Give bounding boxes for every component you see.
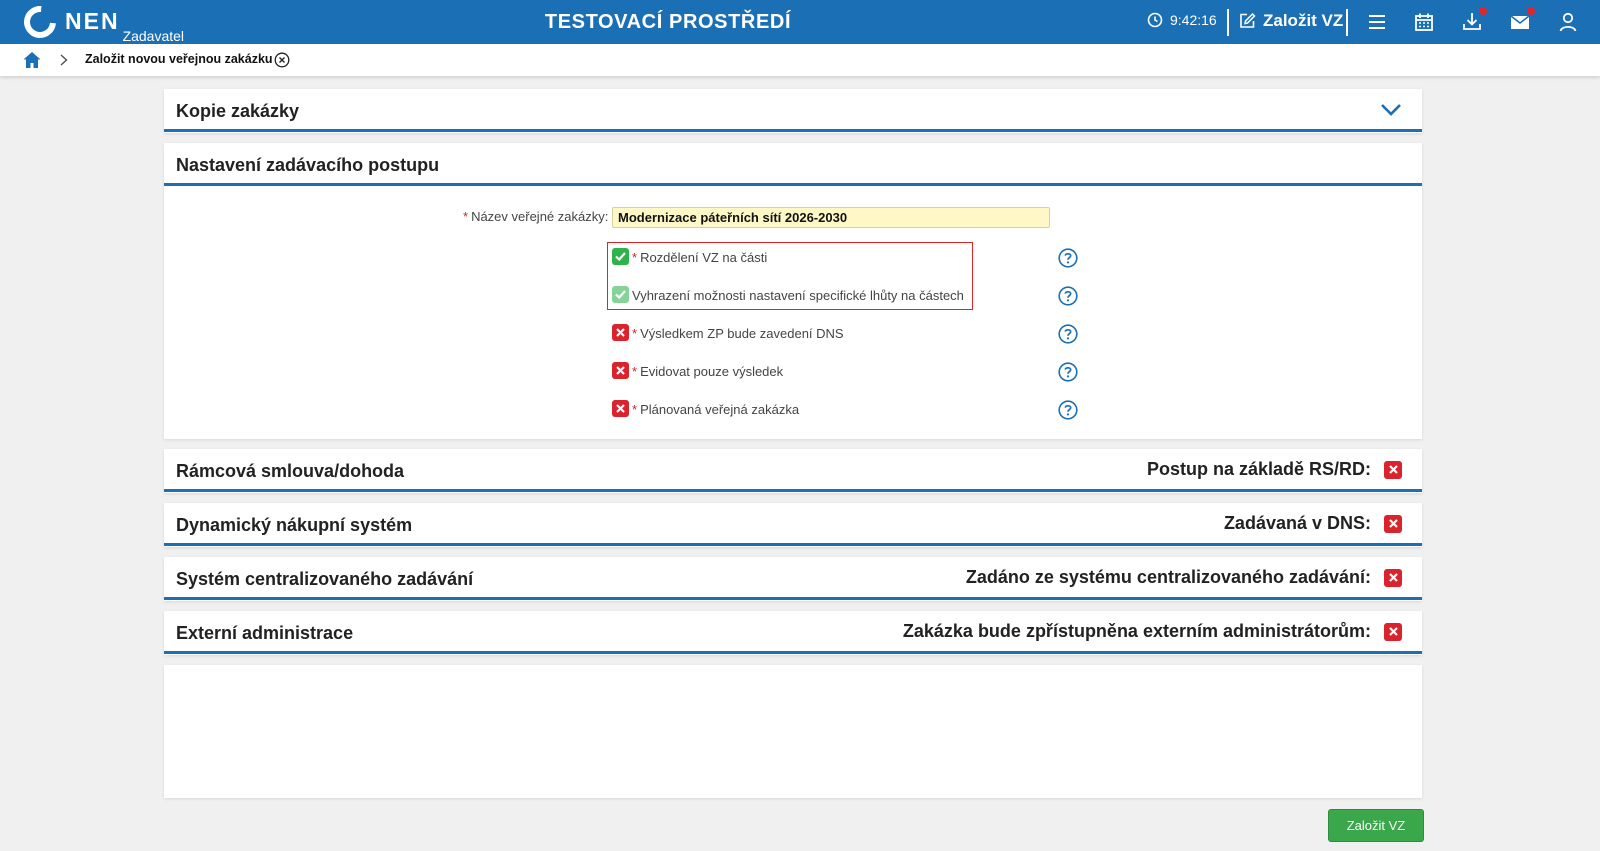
dns-status-label: Zadávaná v DNS:: [1223, 513, 1371, 533]
environment-title: TESTOVACÍ PROSTŘEDÍ: [544, 11, 792, 33]
checkbox-label-split-into-parts: * Rozdělení VZ na části: [632, 250, 768, 265]
home-icon[interactable]: [22, 50, 42, 70]
procedure-settings-title: Nastavení zadávacího postupu: [176, 155, 440, 175]
checkbox-label-planned-contract: * Plánovaná veřejná zakázka: [632, 402, 800, 417]
check-icon: [615, 252, 626, 262]
dns-panel-title: Dynamický nákupní systém: [176, 515, 413, 535]
external-admin-status: Zakázka bude zpřístupněna externím admin…: [903, 621, 1402, 642]
checkbox-label-specific-deadline: Vyhrazení možnosti nastavení specifické …: [632, 288, 964, 303]
central-procurement-title: Systém centralizovaného zadávání: [176, 569, 474, 589]
cross-icon: [616, 328, 625, 337]
procedure-settings-header: Nastavení zadávacího postupu: [164, 143, 1422, 186]
help-icon[interactable]: [1058, 400, 1078, 420]
create-vz-top-button[interactable]: Založit VZ: [1238, 11, 1343, 31]
checkbox-specific-deadline[interactable]: [612, 286, 629, 303]
clock-time: 9:42:16: [1170, 12, 1217, 28]
check-icon: [615, 290, 626, 300]
divider: [1227, 9, 1229, 36]
checkbox-split-into-parts[interactable]: [612, 248, 629, 265]
framework-panel: Rámcová smlouva/dohoda Postup na základě…: [164, 449, 1422, 493]
calendar-icon[interactable]: [1412, 10, 1436, 34]
chevron-right-icon: [60, 54, 68, 66]
framework-status: Postup na základě RS/RD:: [1147, 459, 1402, 480]
name-field-label: * Název veřejné zakázky:: [463, 209, 609, 224]
framework-status-label: Postup na základě RS/RD:: [1146, 459, 1371, 479]
required-mark: *: [463, 209, 469, 224]
edit-icon: [1240, 12, 1256, 28]
central-procurement-status-label: Zadáno ze systému centralizovaného zadáv…: [965, 567, 1371, 587]
external-admin-panel: Externí administrace Zakázka bude zpříst…: [164, 611, 1422, 655]
contract-name-input[interactable]: [612, 207, 1050, 228]
chevron-down-icon[interactable]: [1380, 103, 1402, 117]
external-admin-status-label: Zakázka bude zpřístupněna externím admin…: [902, 621, 1371, 641]
copy-panel-title: Kopie zakázky: [176, 101, 300, 121]
copy-panel-header[interactable]: Kopie zakázky: [164, 89, 1422, 132]
help-icon[interactable]: [1058, 362, 1078, 382]
divider: [1346, 9, 1348, 36]
checkbox-planned-contract[interactable]: [612, 400, 629, 417]
cross-icon[interactable]: [1384, 460, 1402, 479]
clock-icon: [1147, 12, 1163, 28]
framework-panel-header[interactable]: Rámcová smlouva/dohoda Postup na základě…: [164, 449, 1422, 492]
session-clock: 9:42:16: [1147, 12, 1217, 28]
breadcrumb: Založit novou veřejnou zakázku: [0, 44, 1600, 76]
checkbox-dns-result[interactable]: [612, 324, 629, 341]
breadcrumb-current[interactable]: Založit novou veřejnou zakázku: [85, 52, 273, 66]
cross-icon[interactable]: [1384, 514, 1402, 533]
user-icon[interactable]: [1556, 10, 1580, 34]
empty-panel: [164, 665, 1422, 798]
external-admin-title: Externí administrace: [176, 623, 354, 643]
cross-icon[interactable]: [1384, 622, 1402, 641]
external-admin-header[interactable]: Externí administrace Zakázka bude zpříst…: [164, 611, 1422, 654]
close-tab-icon[interactable]: [274, 52, 290, 68]
framework-panel-title: Rámcová smlouva/dohoda: [176, 461, 405, 481]
central-procurement-status: Zadáno ze systému centralizovaného zadáv…: [966, 567, 1402, 588]
top-bar: NEN Zadavatel TESTOVACÍ PROSTŘEDÍ 9:42:1…: [0, 0, 1600, 45]
central-procurement-panel: Systém centralizovaného zadávání Zadáno …: [164, 557, 1422, 601]
dns-panel: Dynamický nákupní systém Zadávaná v DNS:: [164, 503, 1422, 547]
download-icon[interactable]: [1460, 7, 1487, 34]
create-vz-button[interactable]: Založit VZ: [1328, 809, 1424, 842]
cross-icon[interactable]: [1384, 568, 1402, 587]
checkbox-label-record-result-only: * Evidovat pouze výsledek: [632, 364, 784, 379]
cross-icon: [616, 366, 625, 375]
help-icon[interactable]: [1058, 248, 1078, 268]
menu-icon[interactable]: [1365, 10, 1389, 34]
create-vz-top-label: Založit VZ: [1263, 11, 1344, 30]
checkbox-label-dns-result: * Výsledkem ZP bude zavedení DNS: [632, 326, 844, 341]
dns-status: Zadávaná v DNS:: [1224, 513, 1402, 534]
help-icon[interactable]: [1058, 286, 1078, 306]
help-icon[interactable]: [1058, 324, 1078, 344]
checkbox-record-result-only[interactable]: [612, 362, 629, 379]
central-procurement-header[interactable]: Systém centralizovaného zadávání Zadáno …: [164, 557, 1422, 600]
cross-icon: [616, 404, 625, 413]
notification-dot: [1479, 7, 1487, 15]
notification-dot: [1527, 7, 1535, 15]
copy-panel: Kopie zakázky: [164, 89, 1422, 133]
dns-panel-header[interactable]: Dynamický nákupní systém Zadávaná v DNS:: [164, 503, 1422, 546]
mail-icon[interactable]: [1508, 7, 1535, 34]
